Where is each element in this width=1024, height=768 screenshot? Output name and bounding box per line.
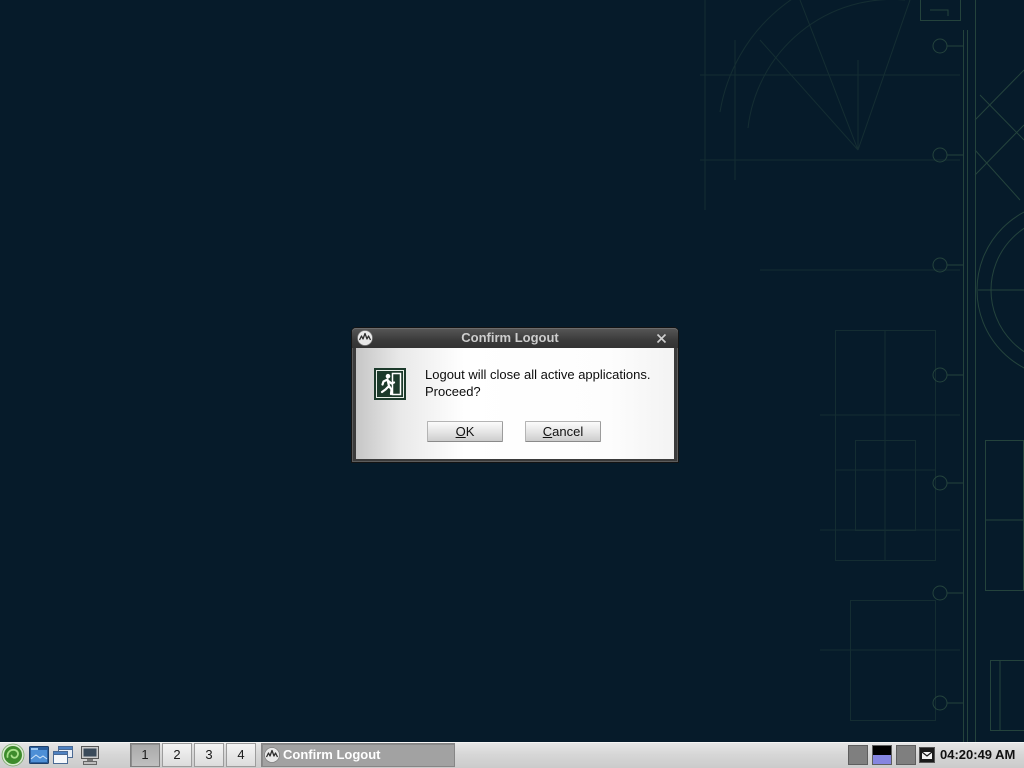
dialog-titlebar[interactable]: Confirm Logout [352,328,678,348]
computer-icon[interactable] [80,745,100,765]
desktop-2-button[interactable]: 2 [162,743,192,767]
ok-button[interactable]: OK [427,421,503,442]
cpu-monitor-graph[interactable] [872,745,892,765]
envelope-icon[interactable] [919,747,935,763]
file-manager-icon[interactable] [29,746,49,764]
clock[interactable]: 04:20:49 AM [940,742,1015,768]
exit-icon [374,368,406,400]
windows-icon[interactable] [53,746,73,764]
app-logo-icon [264,747,280,763]
taskbar-task-confirm-logout[interactable]: Confirm Logout [261,743,455,767]
tray-indicator[interactable] [896,745,916,765]
desktop-1-button[interactable]: 1 [130,743,160,767]
message-line: Logout will close all active application… [425,367,651,382]
tray-indicator[interactable] [848,745,868,765]
dialog-message: Logout will close all active application… [425,366,650,400]
desktop-4-button[interactable]: 4 [226,743,256,767]
desktop-3-button[interactable]: 3 [194,743,224,767]
dialog-title: Confirm Logout [461,330,559,345]
cancel-button[interactable]: Cancel [525,421,601,442]
confirm-logout-dialog: Confirm Logout Logout will close all act… [352,328,678,462]
close-icon[interactable] [656,333,667,344]
main-menu-icon[interactable] [1,743,25,767]
cancel-button-label: Cancel [542,424,584,439]
dialog-body: Logout will close all active application… [356,348,674,459]
desktop: Confirm Logout Logout will close all act… [0,0,1024,742]
ok-button-label: OK [455,424,475,439]
task-label: Confirm Logout [283,747,381,762]
taskbar: 1 2 3 4 Confirm Logout 04:20:49 AM [0,742,1024,768]
cpu-monitor-fill [873,755,891,764]
message-line: Proceed? [425,384,481,399]
